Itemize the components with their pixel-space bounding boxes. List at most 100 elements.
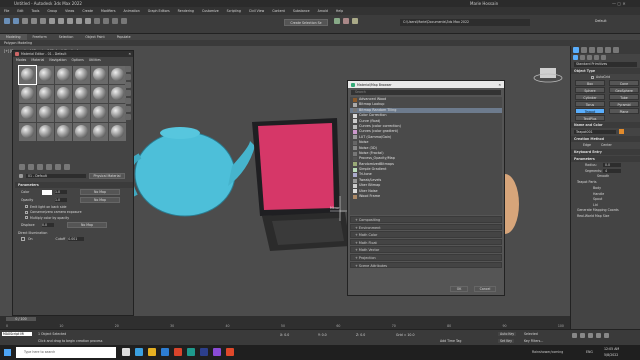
- menu-item-views[interactable]: Views: [65, 7, 74, 15]
- slot-name-field[interactable]: 01 - Default: [26, 174, 86, 178]
- object-type-torus[interactable]: Torus: [575, 101, 605, 107]
- menu-item-create[interactable]: Create: [82, 7, 93, 15]
- sample-slot[interactable]: [55, 104, 72, 122]
- sample-slot[interactable]: [37, 104, 54, 122]
- sample-slot[interactable]: [37, 123, 54, 141]
- illum-on-checkbox[interactable]: [21, 236, 25, 241]
- teapot-object[interactable]: [125, 127, 255, 217]
- selected-dropdown[interactable]: Selected: [524, 332, 538, 336]
- add-time-tag[interactable]: Add Time Tag: [440, 339, 461, 343]
- opacity-map-button[interactable]: No Map: [80, 197, 120, 203]
- workspace-label[interactable]: Default: [595, 19, 607, 23]
- sample-slot[interactable]: [37, 66, 54, 84]
- segments-field[interactable]: 4: [603, 169, 621, 173]
- mat-menu-navigation[interactable]: Navigation: [49, 58, 66, 62]
- options-icon[interactable]: [125, 114, 131, 120]
- map-group-projection[interactable]: + Projection: [350, 253, 502, 261]
- map-group-math-color[interactable]: + Math Color: [350, 231, 502, 238]
- radius-field[interactable]: 0.0: [603, 163, 621, 167]
- create-tab-icon[interactable]: [573, 47, 579, 53]
- color-value[interactable]: 1.0: [55, 190, 67, 194]
- sample-slot[interactable]: [37, 85, 54, 103]
- bind-icon[interactable]: [40, 18, 46, 24]
- powerpoint-icon[interactable]: [226, 348, 234, 356]
- backlight-icon[interactable]: [125, 74, 131, 80]
- menu-item-content[interactable]: Content: [272, 7, 285, 15]
- 3dsmax-icon[interactable]: [187, 348, 195, 356]
- object-name-field[interactable]: Teapot001: [574, 129, 616, 134]
- hierarchy-tab-icon[interactable]: [589, 47, 595, 53]
- display-tab-icon[interactable]: [605, 47, 611, 53]
- ribbon-tab-populate[interactable]: Populate: [111, 34, 137, 40]
- sample-slot[interactable]: [19, 85, 36, 103]
- sample-slot[interactable]: [91, 104, 108, 122]
- sample-slot[interactable]: [91, 123, 108, 141]
- menu-item-graph-editors[interactable]: Graph Editors: [148, 7, 170, 15]
- sample-slot[interactable]: [91, 85, 108, 103]
- angle-snap-icon[interactable]: [103, 18, 109, 24]
- timeline[interactable]: 0 / 100 0 10 20 30 40 50 60 70 80 90 100: [0, 316, 570, 329]
- menu-item-group[interactable]: Group: [47, 7, 57, 15]
- redo-icon[interactable]: [13, 18, 19, 24]
- keyboard-entry-header[interactable]: Keyboard Entry: [571, 149, 640, 155]
- mail-icon[interactable]: [161, 348, 169, 356]
- go-to-end-icon[interactable]: [604, 333, 609, 338]
- color-map-button[interactable]: No Map: [80, 189, 120, 195]
- mat-menu-options[interactable]: Options: [72, 58, 84, 62]
- object-type-cylinder[interactable]: Cylinder: [575, 94, 605, 100]
- sample-slot[interactable]: [73, 66, 90, 84]
- cancel-button[interactable]: Cancel: [474, 286, 496, 292]
- sample-slot[interactable]: [19, 104, 36, 122]
- utilities-tab-icon[interactable]: [613, 47, 619, 53]
- video-check-icon[interactable]: [125, 98, 131, 104]
- mat-menu-material[interactable]: Material: [31, 58, 44, 62]
- z-coordinate[interactable]: Z: 0.0: [356, 333, 365, 337]
- material-editor-window[interactable]: Material Editor - 01 - Default ✕ Modes Ma…: [12, 50, 134, 316]
- helpers-icon[interactable]: [601, 55, 606, 60]
- key-filters-button[interactable]: Key Filters...: [524, 339, 543, 343]
- mat-checkbox[interactable]: [25, 210, 28, 214]
- viewcube[interactable]: [533, 68, 563, 83]
- map-group-math-float[interactable]: + Math Float: [350, 238, 502, 246]
- background-icon[interactable]: [125, 82, 131, 88]
- menu-item-file[interactable]: File: [4, 7, 9, 15]
- task-view-icon[interactable]: [122, 348, 130, 356]
- ok-button[interactable]: OK: [450, 286, 468, 292]
- make-preview-icon[interactable]: [125, 106, 131, 112]
- tablet-object[interactable]: [252, 118, 350, 251]
- sample-slot[interactable]: [73, 104, 90, 122]
- cm-edge-radio[interactable]: Edge: [583, 143, 591, 147]
- edge-icon[interactable]: [135, 348, 143, 356]
- menu-item-customize[interactable]: Customize: [202, 7, 219, 15]
- object-type-geosphere[interactable]: GeoSphere: [609, 87, 639, 93]
- assign-material-icon[interactable]: [37, 164, 43, 170]
- sample-slot[interactable]: [109, 104, 126, 122]
- sample-slot[interactable]: [73, 123, 90, 141]
- put-to-scene-icon[interactable]: [28, 164, 34, 170]
- opacity-value[interactable]: 1.0: [55, 198, 67, 202]
- windows-start-icon[interactable]: [4, 349, 11, 356]
- project-path[interactable]: C:\Users\Marie\Documents\3ds Max 2022: [400, 19, 530, 26]
- sample-slot[interactable]: [55, 66, 72, 84]
- menu-item-arnold[interactable]: Arnold: [318, 7, 328, 15]
- ribbon-tab-selection[interactable]: Selection: [53, 34, 80, 40]
- move-icon[interactable]: [67, 18, 73, 24]
- taskbar-time[interactable]: 12:05 AM: [604, 347, 619, 351]
- geometry-icon[interactable]: [573, 55, 578, 60]
- map-group-math-vector[interactable]: + Math Vector: [350, 246, 502, 253]
- select-icon[interactable]: [49, 18, 55, 24]
- link-icon[interactable]: [22, 18, 28, 24]
- undo-icon[interactable]: [4, 18, 10, 24]
- object-type-cone[interactable]: Cone: [609, 80, 639, 86]
- eyedropper-icon[interactable]: [19, 174, 23, 178]
- mat-menu-utilities[interactable]: Utilities: [89, 58, 101, 62]
- ribbon-tab-object-paint[interactable]: Object Paint: [79, 34, 110, 40]
- maxscript-listener[interactable]: MAXScript Mi: [2, 332, 32, 336]
- displace-map-button[interactable]: No Map: [67, 221, 107, 228]
- menu-item-animation[interactable]: Animation: [124, 7, 140, 15]
- play-icon[interactable]: [588, 333, 593, 338]
- photoshop-icon[interactable]: [200, 348, 208, 356]
- menu-item-civil-view[interactable]: Civil View: [249, 7, 264, 15]
- cameras-icon[interactable]: [594, 55, 599, 60]
- get-material-icon[interactable]: [19, 164, 25, 170]
